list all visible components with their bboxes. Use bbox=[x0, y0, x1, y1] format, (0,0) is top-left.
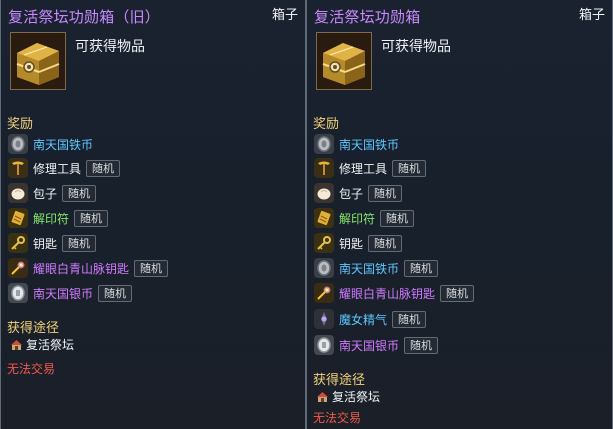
reward-name: 南天国铁币 bbox=[339, 261, 400, 276]
reward-row: 包子 随机 bbox=[8, 183, 97, 203]
treasure-chest-icon bbox=[10, 32, 66, 90]
reward-name: 钥匙 bbox=[339, 236, 364, 251]
reward-row: 解印符 随机 bbox=[8, 208, 109, 228]
reward-row: 修理工具 随机 bbox=[314, 158, 427, 178]
source-text: 复活祭坛 bbox=[26, 337, 75, 352]
obtainable-items-label: 可获得物品 bbox=[381, 39, 451, 55]
random-tag: 随机 bbox=[404, 259, 439, 277]
random-tag: 随机 bbox=[98, 284, 133, 302]
random-tag: 随机 bbox=[392, 159, 427, 177]
reward-name: 南天国银币 bbox=[339, 338, 400, 353]
item-title: 复活祭坛功勋箱（旧） bbox=[8, 8, 161, 26]
random-tag: 随机 bbox=[62, 234, 97, 252]
reward-row: 耀眼白青山脉钥匙 随机 bbox=[314, 283, 475, 303]
altar-icon bbox=[9, 337, 23, 351]
altar-icon bbox=[315, 389, 329, 403]
reward-row: 南天国铁币 bbox=[8, 134, 93, 154]
radiant-key-icon bbox=[314, 283, 334, 303]
source-heading: 获得途径 bbox=[313, 373, 366, 388]
random-tag: 随机 bbox=[86, 159, 121, 177]
reward-name: 钥匙 bbox=[33, 236, 58, 251]
source-row: 复活祭坛 bbox=[9, 336, 74, 352]
item-tooltip-new: 复活祭坛功勋箱 箱子 可获得物品 奖励 南天国铁币 修理工具 随机 包子 随机 … bbox=[306, 0, 613, 429]
seal-talisman-icon bbox=[8, 208, 28, 228]
silver-coin-icon bbox=[314, 335, 334, 355]
tooltip-compare-view: 复活祭坛功勋箱（旧） 箱子 可获得物品 奖励 南天国铁币 修理工具 随机 包子 … bbox=[0, 0, 613, 429]
reward-name: 耀眼白青山脉钥匙 bbox=[33, 261, 130, 276]
reward-name: 包子 bbox=[33, 186, 58, 201]
iron-coin-icon bbox=[314, 134, 334, 154]
reward-name: 解印符 bbox=[33, 211, 70, 226]
bun-icon bbox=[314, 183, 334, 203]
witch-essence-icon bbox=[314, 309, 334, 329]
random-tag: 随机 bbox=[380, 209, 415, 227]
random-tag: 随机 bbox=[368, 234, 403, 252]
reward-name: 南天国铁币 bbox=[339, 137, 400, 152]
obtainable-items-label: 可获得物品 bbox=[75, 39, 145, 55]
iron-coin-icon bbox=[314, 258, 334, 278]
reward-row: 南天国铁币 bbox=[314, 134, 399, 154]
reward-name: 南天国银币 bbox=[33, 286, 94, 301]
reward-row: 包子 随机 bbox=[314, 183, 403, 203]
silver-coin-icon bbox=[8, 283, 28, 303]
reward-name: 修理工具 bbox=[33, 161, 82, 176]
item-type-label: 箱子 bbox=[578, 8, 605, 23]
reward-row: 钥匙 随机 bbox=[314, 233, 403, 253]
reward-row: 魔女精气 随机 bbox=[314, 309, 427, 329]
source-heading: 获得途径 bbox=[7, 321, 60, 336]
item-tooltip-old: 复活祭坛功勋箱（旧） 箱子 可获得物品 奖励 南天国铁币 修理工具 随机 包子 … bbox=[0, 0, 306, 429]
reward-row: 解印符 随机 bbox=[314, 208, 415, 228]
random-tag: 随机 bbox=[134, 259, 169, 277]
item-title: 复活祭坛功勋箱 bbox=[314, 8, 421, 26]
reward-name: 南天国铁币 bbox=[33, 137, 94, 152]
key-icon bbox=[314, 233, 334, 253]
bun-icon bbox=[8, 183, 28, 203]
repair-hammer-icon bbox=[8, 158, 28, 178]
reward-row: 耀眼白青山脉钥匙 随机 bbox=[8, 258, 169, 278]
seal-talisman-icon bbox=[314, 208, 334, 228]
random-tag: 随机 bbox=[392, 310, 427, 328]
reward-name: 解印符 bbox=[339, 211, 376, 226]
source-row: 复活祭坛 bbox=[315, 388, 380, 404]
reward-name: 魔女精气 bbox=[339, 312, 388, 327]
repair-hammer-icon bbox=[314, 158, 334, 178]
source-text: 复活祭坛 bbox=[332, 389, 381, 404]
item-type-label: 箱子 bbox=[271, 8, 298, 23]
random-tag: 随机 bbox=[404, 336, 439, 354]
rewards-heading: 奖励 bbox=[7, 117, 34, 132]
reward-name: 包子 bbox=[339, 186, 364, 201]
reward-name: 修理工具 bbox=[339, 161, 388, 176]
rewards-heading: 奖励 bbox=[313, 117, 340, 132]
random-tag: 随机 bbox=[368, 184, 403, 202]
random-tag: 随机 bbox=[74, 209, 109, 227]
reward-row: 南天国银币 随机 bbox=[8, 283, 133, 303]
reward-row: 修理工具 随机 bbox=[8, 158, 121, 178]
reward-row: 南天国银币 随机 bbox=[314, 335, 439, 355]
random-tag: 随机 bbox=[440, 284, 475, 302]
key-icon bbox=[8, 233, 28, 253]
random-tag: 随机 bbox=[62, 184, 97, 202]
treasure-chest-icon bbox=[316, 32, 372, 90]
trade-restriction: 无法交易 bbox=[7, 362, 56, 376]
trade-restriction: 无法交易 bbox=[313, 411, 362, 425]
reward-row: 钥匙 随机 bbox=[8, 233, 97, 253]
reward-name: 耀眼白青山脉钥匙 bbox=[339, 286, 436, 301]
reward-row: 南天国铁币 随机 bbox=[314, 258, 439, 278]
radiant-key-icon bbox=[8, 258, 28, 278]
iron-coin-icon bbox=[8, 134, 28, 154]
